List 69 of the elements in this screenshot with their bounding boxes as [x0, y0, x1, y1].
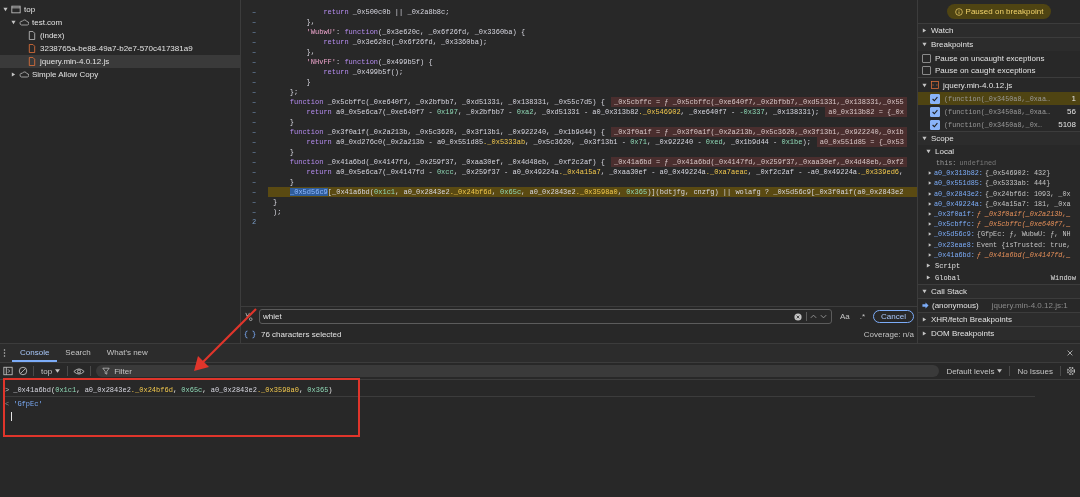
pretty-print-icon[interactable]	[244, 330, 256, 339]
regex-button[interactable]: .*	[857, 312, 868, 321]
cloud-icon	[19, 70, 29, 79]
filter-field[interactable]: Filter	[96, 365, 940, 377]
clear-console-icon[interactable]	[18, 366, 28, 376]
chevron-up-icon[interactable]	[808, 312, 818, 321]
match-case-button[interactable]: Aa	[837, 312, 852, 321]
section-header[interactable]: Scope	[918, 131, 1080, 145]
line-number: 5108	[1058, 120, 1076, 129]
expand-triangle-icon[interactable]	[922, 316, 927, 322]
checkbox[interactable]	[930, 93, 940, 104]
coverage-status: Coverage: n/a	[863, 330, 914, 339]
clear-icon[interactable]	[793, 312, 802, 321]
replace-toggle-icon[interactable]	[244, 311, 253, 322]
checkbox[interactable]	[930, 106, 940, 117]
selection-status: 76 characters selected	[261, 330, 342, 339]
settings-icon[interactable]	[1066, 366, 1076, 376]
drawer-tab[interactable]: What's new	[98, 344, 156, 362]
cloud-icon	[19, 18, 29, 27]
section-header[interactable]: Call Stack	[918, 283, 1080, 298]
section-header[interactable]: Breakpoints	[918, 37, 1080, 51]
issues-button[interactable]: No Issues	[1015, 366, 1055, 376]
log-levels-dropdown[interactable]: Default levels	[944, 366, 1005, 376]
breakpoint-file: jquery.min-4.0.12.js	[943, 80, 1013, 90]
file-tree-item[interactable]: top	[0, 3, 240, 16]
expand-triangle-icon[interactable]	[922, 288, 927, 294]
drawer-tab[interactable]: Search	[57, 344, 99, 362]
expand-triangle-icon[interactable]	[922, 330, 927, 336]
expand-triangle-icon[interactable]	[922, 42, 927, 47]
line-number: 56	[1067, 107, 1076, 116]
checkbox[interactable]	[930, 119, 940, 130]
caret-icon	[997, 369, 1003, 373]
expand-triangle-icon[interactable]	[922, 28, 927, 33]
caret-icon	[55, 369, 61, 373]
expand-triangle-icon[interactable]	[922, 136, 927, 141]
frame-icon	[11, 5, 21, 14]
expand-triangle-icon[interactable]	[11, 72, 16, 77]
section-header[interactable]: XHR/fetch Breakpoints	[918, 311, 1080, 326]
document-icon	[27, 31, 37, 40]
expand-triangle-icon[interactable]	[922, 82, 927, 88]
option-label: Pause on uncaught exceptions	[935, 53, 1045, 63]
paused-status-badge: Paused on breakpoint	[946, 4, 1052, 19]
sidebar-toggle-icon[interactable]	[3, 366, 13, 376]
eye-icon[interactable]	[73, 366, 86, 376]
expand-triangle-icon[interactable]	[11, 20, 16, 25]
scope-group[interactable]: Local	[918, 145, 1080, 158]
drawer-tab[interactable]: Console	[12, 344, 58, 362]
checkbox[interactable]	[922, 65, 931, 75]
search-field[interactable]: whiet	[259, 309, 832, 324]
file-tree-item[interactable]: (index)	[0, 29, 240, 42]
filter-icon	[102, 367, 111, 375]
file-tree-item[interactable]: 3238765a-be88-49a7-b2e7-570c417381a9	[0, 42, 240, 55]
chevron-down-icon[interactable]	[818, 312, 828, 321]
line-number: 1	[1071, 94, 1076, 103]
call-frame[interactable]: (anonymous) jquery.min-4.0.12.js:1	[918, 297, 1080, 312]
file-tree-item[interactable]: test.com	[0, 16, 240, 29]
script-file-icon	[931, 81, 939, 89]
expand-triangle-icon[interactable]	[3, 7, 8, 12]
option-label: Pause on caught exceptions	[935, 65, 1036, 75]
checkbox[interactable]	[922, 53, 931, 63]
close-icon[interactable]	[1066, 349, 1074, 357]
section-header[interactable]: Watch	[918, 23, 1080, 37]
current-frame-arrow-icon	[922, 301, 929, 309]
more-options-icon[interactable]	[3, 348, 6, 358]
expand-triangle-icon[interactable]	[926, 149, 931, 154]
info-icon	[954, 7, 963, 16]
file-tree-item[interactable]: jquery.min-4.0.12.js	[0, 55, 240, 68]
file-tree-item[interactable]: Simple Allow Copy	[0, 68, 240, 81]
context-dropdown[interactable]: top	[39, 366, 63, 376]
